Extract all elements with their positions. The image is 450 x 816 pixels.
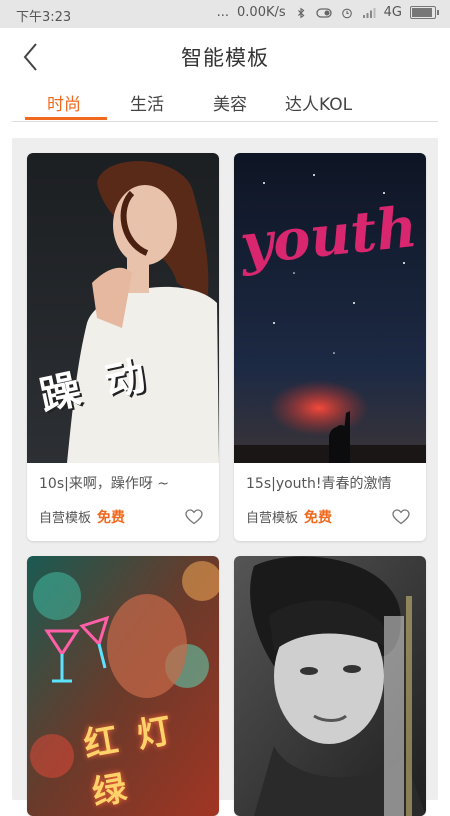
template-meta: 自营模板 免费 [39, 507, 125, 527]
template-title: 15s|youth!青春的激情 [246, 476, 392, 492]
tab-kol[interactable]: 达人KOL [285, 90, 352, 115]
tabs-divider [12, 121, 438, 122]
template-thumbnail-1[interactable]: 躁 动 [27, 153, 219, 463]
template-card-2[interactable]: youth 15s|youth!青春的激情 自营模板 免费 [234, 153, 426, 541]
network-speed: 0.00K/s [237, 5, 286, 20]
toggle-icon [315, 7, 332, 18]
battery-level [412, 8, 432, 17]
dots-icon: ... [216, 5, 230, 20]
signal-icon [362, 7, 376, 18]
tab-life[interactable]: 生活 [130, 90, 164, 115]
page-title: 智能模板 [181, 46, 269, 70]
heart-icon[interactable] [185, 509, 203, 525]
template-meta: 自营模板 免费 [246, 507, 332, 527]
template-price: 免费 [97, 510, 126, 526]
template-price: 免费 [304, 510, 333, 526]
heart-icon[interactable] [392, 509, 410, 525]
template-card-4[interactable] [234, 556, 426, 816]
template-source: 自营模板 [39, 511, 92, 526]
status-time: 下午3:23 [16, 10, 72, 25]
template-thumbnail-4[interactable] [234, 556, 426, 816]
template-thumbnail-2[interactable]: youth [234, 153, 426, 463]
template-card-3[interactable]: 红 灯 绿 [27, 556, 219, 816]
bluetooth-icon [297, 7, 305, 18]
status-bar: 下午3:23 ... 0.00K/s 4G [0, 0, 450, 28]
template-card-1[interactable]: 躁 动 10s|来啊，躁作呀 ~ 自营模板 免费 [27, 153, 219, 541]
header: 智能模板 [0, 28, 450, 86]
template-title: 10s|来啊，躁作呀 ~ [39, 476, 170, 492]
tab-fashion[interactable]: 时尚 [47, 90, 81, 115]
tab-beauty[interactable]: 美容 [213, 90, 247, 115]
battery-icon [410, 6, 439, 19]
category-tabs: 时尚 生活 美容 达人KOL [0, 86, 450, 122]
template-thumbnail-3[interactable]: 红 灯 绿 [27, 556, 219, 816]
template-source: 自营模板 [246, 511, 299, 526]
alarm-icon [341, 8, 352, 18]
bw-portrait-image [234, 556, 426, 816]
network-type: 4G [383, 5, 402, 20]
template-grid: 躁 动 10s|来啊，躁作呀 ~ 自营模板 免费 youth 15s|youth… [12, 138, 438, 816]
status-icons: ... 0.00K/s 4G [216, 5, 439, 20]
active-tab-indicator [25, 117, 107, 120]
